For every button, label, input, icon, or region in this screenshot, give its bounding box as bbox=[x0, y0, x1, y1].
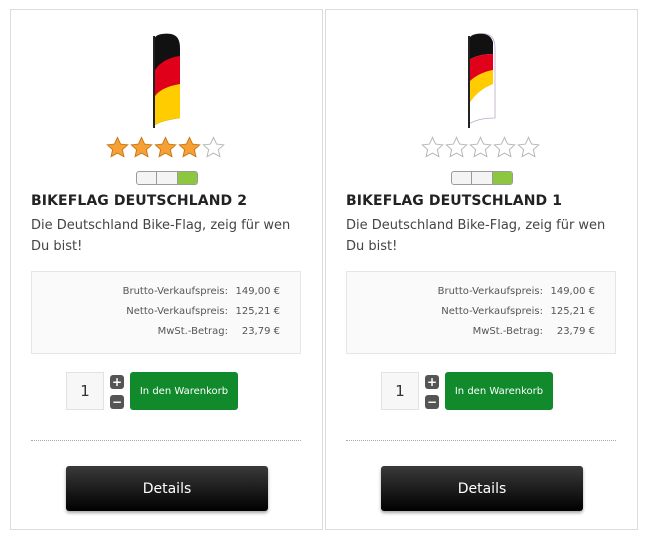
price-row: Brutto-Verkaufspreis: 149,00 € bbox=[393, 286, 595, 300]
stock-level-bar bbox=[451, 171, 513, 185]
product-description: Die Deutschland Bike-Flag, zeig für wen … bbox=[346, 218, 606, 254]
divider bbox=[31, 440, 301, 441]
price-value: 23,79 € bbox=[556, 326, 595, 337]
price-label: Brutto-Verkaufspreis: bbox=[437, 286, 543, 297]
price-row: MwSt.-Betrag: 23,79 € bbox=[393, 326, 595, 340]
price-box: Brutto-Verkaufspreis: 149,00 € Netto-Ver… bbox=[346, 271, 616, 354]
price-row: Netto-Verkaufspreis: 125,21 € bbox=[393, 306, 595, 320]
star-icon bbox=[130, 136, 153, 158]
plus-icon[interactable]: + bbox=[110, 375, 124, 389]
product-description: Die Deutschland Bike-Flag, zeig für wen … bbox=[31, 218, 291, 254]
product-title[interactable]: BIKEFLAG DEUTSCHLAND 1 bbox=[346, 193, 562, 209]
star-icon bbox=[421, 136, 444, 158]
price-value: 125,21 € bbox=[235, 306, 280, 317]
price-label: Netto-Verkaufspreis: bbox=[126, 306, 228, 317]
stock-level-bar bbox=[136, 171, 198, 185]
star-icon bbox=[517, 136, 540, 158]
price-value: 125,21 € bbox=[550, 306, 595, 317]
product-title[interactable]: BIKEFLAG DEUTSCHLAND 2 bbox=[31, 193, 247, 209]
star-icon bbox=[202, 136, 225, 158]
product-image[interactable] bbox=[461, 32, 507, 128]
rating-stars bbox=[421, 136, 540, 159]
price-value: 149,00 € bbox=[550, 286, 595, 297]
price-row: MwSt.-Betrag: 23,79 € bbox=[78, 326, 280, 340]
star-icon bbox=[445, 136, 468, 158]
product-card: BIKEFLAG DEUTSCHLAND 2 Die Deutschland B… bbox=[10, 9, 323, 530]
star-icon bbox=[469, 136, 492, 158]
add-to-cart-button[interactable]: In den Warenkorb bbox=[445, 372, 553, 410]
price-row: Brutto-Verkaufspreis: 149,00 € bbox=[78, 286, 280, 300]
details-button[interactable]: Details bbox=[381, 466, 583, 511]
price-label: Brutto-Verkaufspreis: bbox=[122, 286, 228, 297]
quantity-input[interactable]: 1 bbox=[381, 372, 419, 410]
add-to-cart-button[interactable]: In den Warenkorb bbox=[130, 372, 238, 410]
product-card: BIKEFLAG DEUTSCHLAND 1 Die Deutschland B… bbox=[325, 9, 638, 530]
minus-icon[interactable]: − bbox=[425, 395, 439, 409]
rating-stars bbox=[106, 136, 225, 159]
price-label: MwSt.-Betrag: bbox=[157, 326, 228, 337]
price-value: 23,79 € bbox=[241, 326, 280, 337]
product-image[interactable] bbox=[146, 32, 192, 128]
star-icon bbox=[493, 136, 516, 158]
quantity-input[interactable]: 1 bbox=[66, 372, 104, 410]
price-value: 149,00 € bbox=[235, 286, 280, 297]
minus-icon[interactable]: − bbox=[110, 395, 124, 409]
star-icon bbox=[178, 136, 201, 158]
plus-icon[interactable]: + bbox=[425, 375, 439, 389]
star-icon bbox=[106, 136, 129, 158]
price-box: Brutto-Verkaufspreis: 149,00 € Netto-Ver… bbox=[31, 271, 301, 354]
price-label: Netto-Verkaufspreis: bbox=[441, 306, 543, 317]
divider bbox=[346, 440, 616, 441]
price-row: Netto-Verkaufspreis: 125,21 € bbox=[78, 306, 280, 320]
price-label: MwSt.-Betrag: bbox=[472, 326, 543, 337]
details-button[interactable]: Details bbox=[66, 466, 268, 511]
star-icon bbox=[154, 136, 177, 158]
